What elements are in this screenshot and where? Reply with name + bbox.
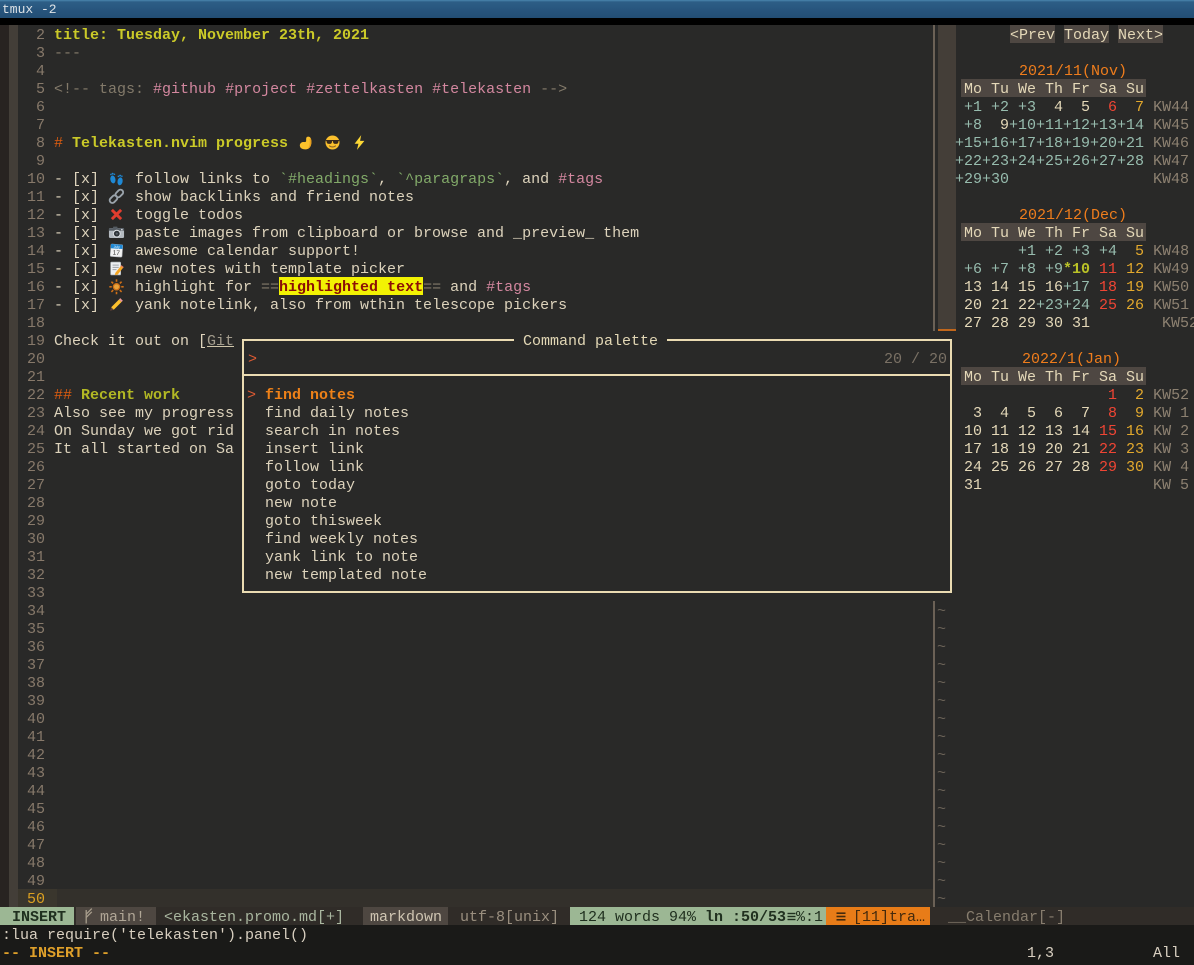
svg-text:17: 17 xyxy=(112,250,120,258)
svg-text:July: July xyxy=(114,245,121,249)
